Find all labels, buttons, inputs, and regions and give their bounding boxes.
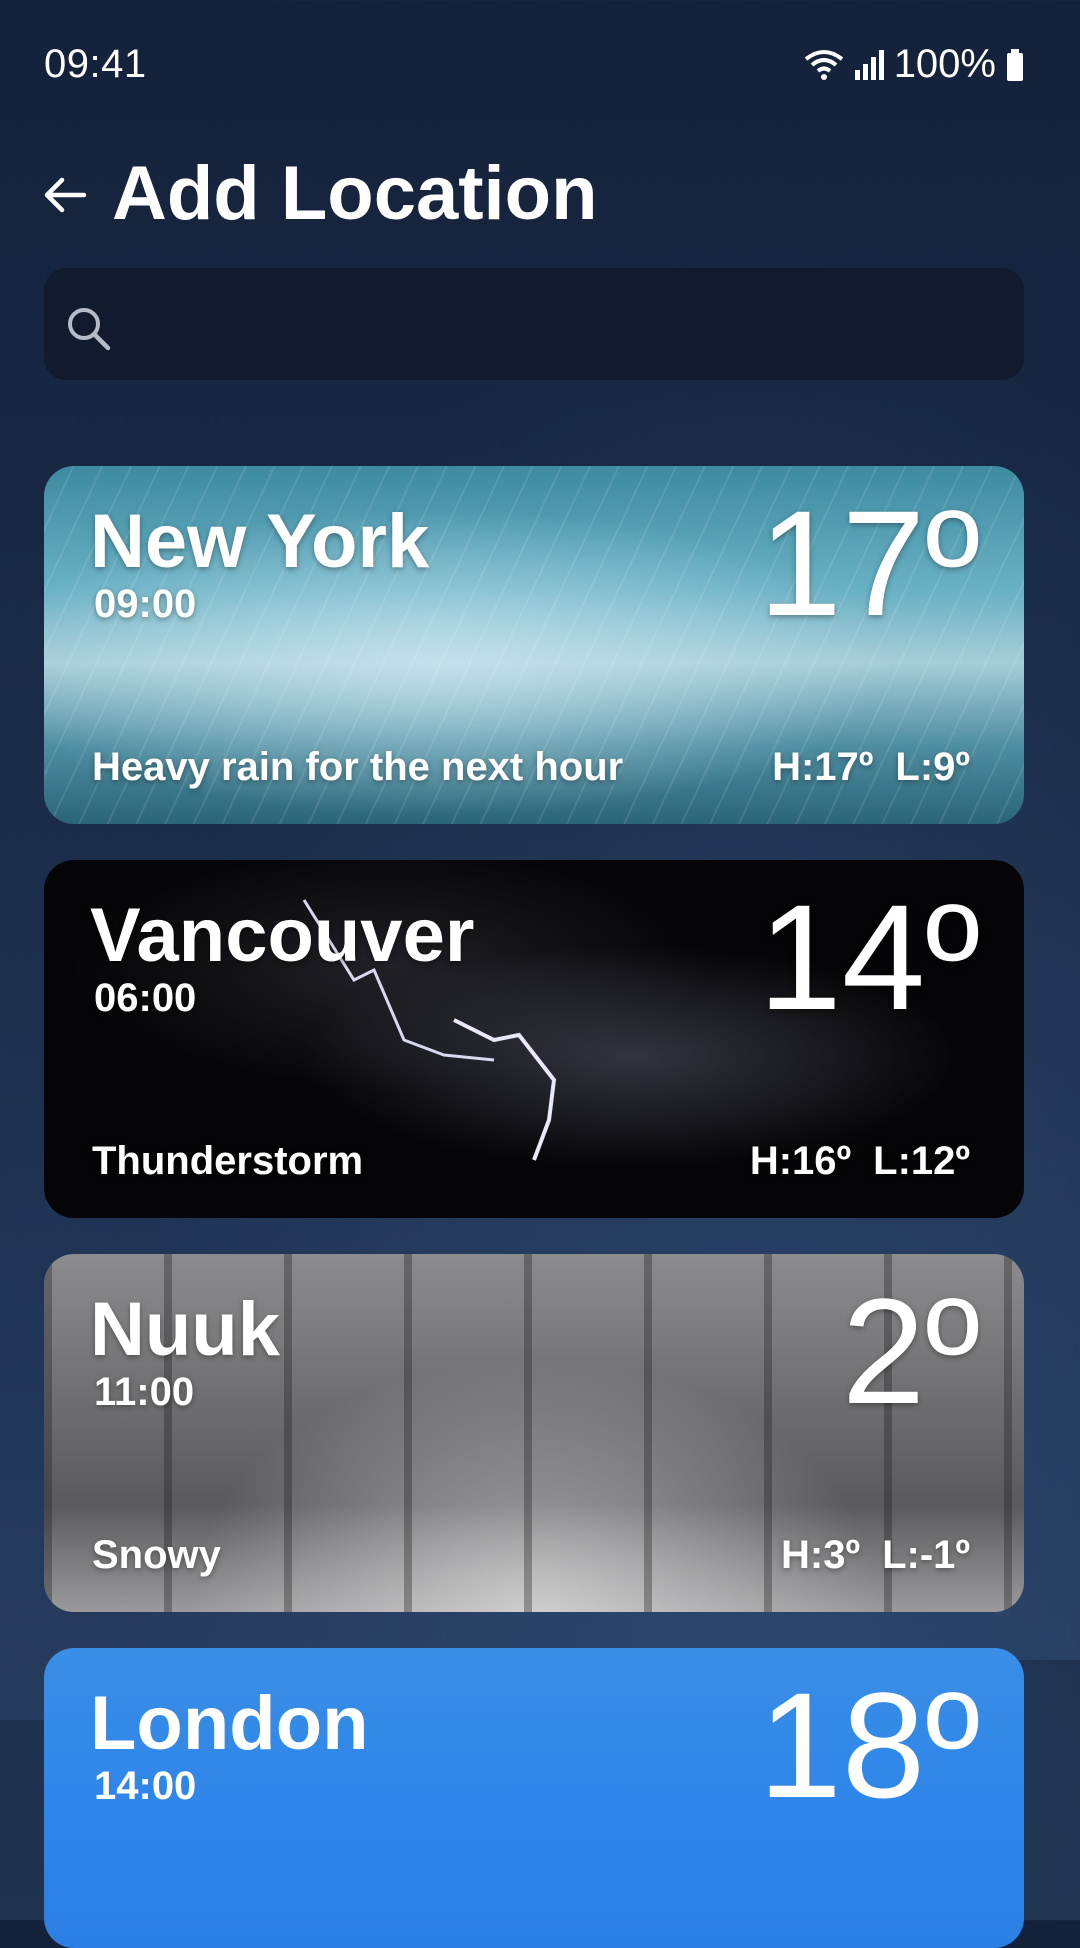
location-card-new-york[interactable]: New York 09:00 17º Heavy rain for the ne… (44, 466, 1024, 824)
local-time: 14:00 (94, 1764, 197, 1808)
arrow-left-icon[interactable] (40, 170, 90, 220)
search-icon (68, 308, 111, 351)
current-temperature: 14º (758, 873, 980, 1041)
city-name: Nuuk (90, 1287, 280, 1372)
local-time: 06:00 (94, 976, 197, 1020)
weather-condition: Thunderstorm (92, 1139, 364, 1183)
status-time: 09:41 (44, 42, 147, 86)
wifi-icon (804, 49, 843, 80)
status-icons: 100% (804, 42, 1024, 87)
header: Add Location (0, 140, 1080, 240)
location-card-nuuk[interactable]: Nuuk 11:00 2º Snowy H:3º L:-1º (44, 1254, 1024, 1612)
search-bar[interactable] (44, 268, 1024, 380)
local-time: 11:00 (94, 1370, 195, 1414)
current-temperature: 17º (758, 479, 980, 647)
high-low: H:16º L:12º (750, 1139, 970, 1184)
search-input[interactable] (134, 290, 1000, 360)
high-temperature: H:3º (781, 1533, 861, 1577)
status-bar: 09:41 100% (0, 0, 1080, 130)
high-temperature: H:16º (749, 1139, 852, 1183)
low-temperature: L:12º (873, 1139, 970, 1183)
high-temperature: H:17º (772, 745, 874, 789)
weather-condition: Snowy (92, 1533, 221, 1577)
current-temperature: 18º (758, 1661, 980, 1829)
location-card-vancouver[interactable]: Vancouver 06:00 14º Thunderstorm H:16º L… (44, 860, 1024, 1218)
city-name: Vancouver (90, 893, 475, 978)
high-low: H:3º L:-1º (781, 1533, 970, 1578)
local-time: 09:00 (94, 582, 197, 626)
high-low: H:17º L:9º (772, 745, 970, 790)
signal-icon (854, 49, 884, 80)
battery-icon (1007, 48, 1023, 81)
location-card-london[interactable]: London 14:00 18º (44, 1648, 1024, 1948)
city-name: New York (90, 499, 430, 584)
low-temperature: L:9º (895, 745, 970, 789)
battery-percent: 100% (893, 42, 996, 86)
low-temperature: L:-1º (882, 1533, 970, 1577)
weather-condition: Heavy rain for the next hour (92, 745, 624, 789)
page-title: Add Location (112, 151, 598, 236)
current-temperature: 2º (841, 1267, 980, 1435)
city-name: London (90, 1681, 369, 1766)
